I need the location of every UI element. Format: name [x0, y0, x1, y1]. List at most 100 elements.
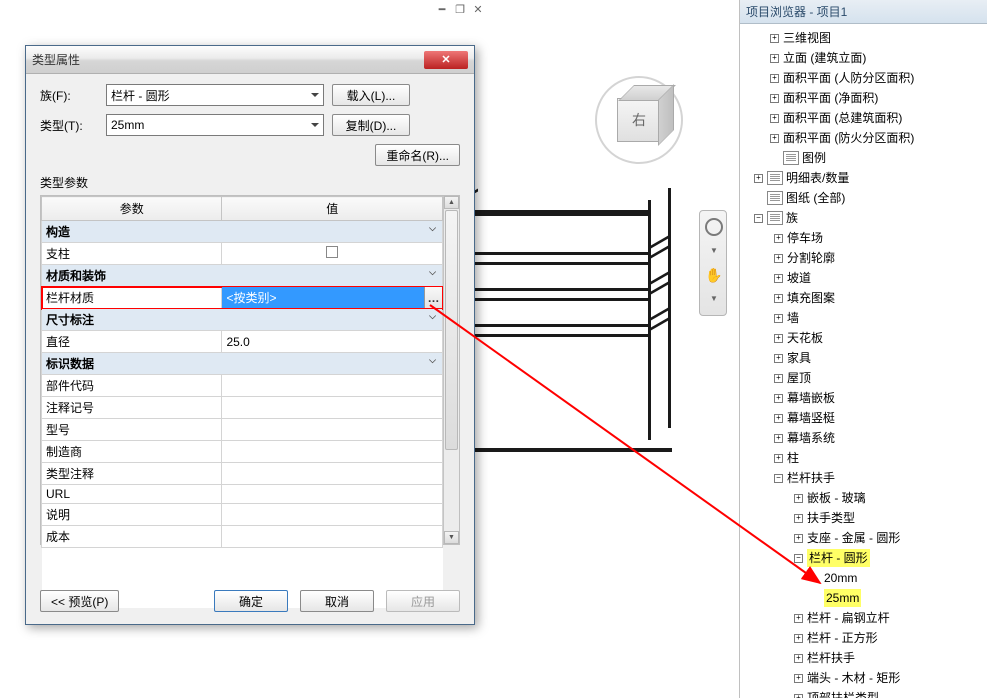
- scroll-thumb[interactable]: [445, 210, 458, 450]
- tree-item[interactable]: 幕墙嵌板: [787, 389, 835, 407]
- tree-item[interactable]: 扶手类型: [807, 509, 855, 527]
- expand-icon[interactable]: +: [794, 494, 803, 503]
- load-button[interactable]: 载入(L)...: [332, 84, 410, 106]
- category-construction[interactable]: 构造⌵: [42, 221, 443, 243]
- close-view-icon[interactable]: ✕: [471, 2, 485, 16]
- scroll-up-icon[interactable]: ▲: [444, 196, 459, 209]
- tree-item[interactable]: 三维视图: [783, 29, 831, 47]
- tree-item[interactable]: 分割轮廓: [787, 249, 835, 267]
- expand-icon[interactable]: +: [774, 374, 783, 383]
- project-browser-tree[interactable]: + 三维视图 + 立面 (建筑立面) + 面积平面 (人防分区面积) + 面积平面 (净…: [740, 24, 987, 698]
- expand-icon[interactable]: +: [774, 254, 783, 263]
- expand-icon[interactable]: +: [774, 394, 783, 403]
- category-material[interactable]: 材质和装饰⌵: [42, 265, 443, 287]
- expand-icon[interactable]: +: [770, 34, 779, 43]
- description-value[interactable]: [222, 504, 443, 526]
- ok-button[interactable]: 确定: [214, 590, 288, 612]
- dialog-titlebar[interactable]: 类型属性 ✕: [26, 46, 474, 74]
- tree-item[interactable]: 栏杆 - 扁钢立杆: [807, 609, 890, 627]
- tree-item[interactable]: 嵌板 - 玻璃: [807, 489, 866, 507]
- tree-item[interactable]: 端头 - 木材 - 矩形: [807, 669, 900, 687]
- preview-button[interactable]: << 预览(P): [40, 590, 119, 612]
- family-dropdown[interactable]: 栏杆 - 圆形: [106, 84, 324, 106]
- expand-icon[interactable]: +: [774, 274, 783, 283]
- expand-icon[interactable]: +: [754, 174, 763, 183]
- cancel-button[interactable]: 取消: [300, 590, 374, 612]
- tree-item[interactable]: 图例: [802, 149, 826, 167]
- tree-item[interactable]: 幕墙系统: [787, 429, 835, 447]
- expand-icon[interactable]: +: [770, 94, 779, 103]
- part-code-value[interactable]: [222, 375, 443, 397]
- tree-item[interactable]: 顶部扶栏类型: [807, 689, 879, 698]
- tree-item[interactable]: 明细表/数量: [786, 169, 849, 187]
- tree-item[interactable]: 面积平面 (防火分区面积): [783, 129, 914, 147]
- tree-item-highlighted[interactable]: 栏杆 - 圆形: [807, 549, 870, 567]
- tree-item[interactable]: 栏杆扶手: [807, 649, 855, 667]
- tree-item[interactable]: 天花板: [787, 329, 823, 347]
- tree-item[interactable]: 坡道: [787, 269, 811, 287]
- tree-item[interactable]: 栏杆 - 正方形: [807, 629, 878, 647]
- tree-item[interactable]: 柱: [787, 449, 799, 467]
- expand-icon[interactable]: +: [770, 74, 779, 83]
- tree-item[interactable]: 族: [786, 209, 798, 227]
- baluster-material-value[interactable]: <按类别> …: [222, 287, 443, 309]
- model-value[interactable]: [222, 419, 443, 441]
- collapse-icon[interactable]: −: [774, 474, 783, 483]
- expand-icon[interactable]: +: [774, 454, 783, 463]
- grid-scrollbar[interactable]: ▲ ▼: [443, 196, 459, 544]
- duplicate-button[interactable]: 复制(D)...: [332, 114, 410, 136]
- minimize-icon[interactable]: ━: [435, 2, 449, 16]
- expand-icon[interactable]: +: [774, 234, 783, 243]
- material-browse-button[interactable]: …: [424, 287, 442, 308]
- category-dimension[interactable]: 尺寸标注⌵: [42, 309, 443, 331]
- expand-icon[interactable]: +: [770, 114, 779, 123]
- expand-icon[interactable]: +: [770, 134, 779, 143]
- post-checkbox[interactable]: [222, 243, 443, 265]
- restore-icon[interactable]: ❐: [453, 2, 467, 16]
- expand-icon[interactable]: +: [774, 434, 783, 443]
- tree-item[interactable]: 立面 (建筑立面): [783, 49, 866, 67]
- viewcube[interactable]: 右: [599, 80, 679, 160]
- manufacturer-value[interactable]: [222, 441, 443, 463]
- tree-item[interactable]: 面积平面 (净面积): [783, 89, 878, 107]
- expand-icon[interactable]: +: [794, 514, 803, 523]
- expand-icon[interactable]: +: [794, 654, 803, 663]
- rename-button[interactable]: 重命名(R)...: [375, 144, 460, 166]
- cost-value[interactable]: [222, 526, 443, 548]
- tree-leaf[interactable]: 20mm: [824, 569, 857, 587]
- tree-item[interactable]: 屋顶: [787, 369, 811, 387]
- param-column-header[interactable]: 参数: [42, 197, 222, 221]
- tree-leaf-highlighted[interactable]: 25mm: [824, 589, 861, 607]
- type-dropdown[interactable]: 25mm: [106, 114, 324, 136]
- type-comments-value[interactable]: [222, 463, 443, 485]
- collapse-icon[interactable]: −: [754, 214, 763, 223]
- tree-item[interactable]: 幕墙竖梃: [787, 409, 835, 427]
- collapse-icon[interactable]: −: [794, 554, 803, 563]
- expand-icon[interactable]: +: [794, 694, 803, 698]
- expand-icon[interactable]: +: [794, 614, 803, 623]
- close-button[interactable]: ✕: [424, 51, 468, 69]
- expand-icon[interactable]: +: [770, 54, 779, 63]
- tree-item[interactable]: 家具: [787, 349, 811, 367]
- tree-item[interactable]: 面积平面 (总建筑面积): [783, 109, 902, 127]
- tree-item[interactable]: 面积平面 (人防分区面积): [783, 69, 914, 87]
- keynote-value[interactable]: [222, 397, 443, 419]
- expand-icon[interactable]: +: [774, 354, 783, 363]
- tree-item[interactable]: 图纸 (全部): [786, 189, 845, 207]
- expand-icon[interactable]: +: [774, 294, 783, 303]
- tree-item[interactable]: 填充图案: [787, 289, 835, 307]
- expand-icon[interactable]: +: [794, 674, 803, 683]
- expand-icon[interactable]: +: [774, 414, 783, 423]
- category-identity[interactable]: 标识数据⌵: [42, 353, 443, 375]
- value-column-header[interactable]: 值: [222, 197, 443, 221]
- diameter-value[interactable]: 25.0: [222, 331, 443, 353]
- expand-icon[interactable]: +: [774, 334, 783, 343]
- tree-item[interactable]: 墙: [787, 309, 799, 327]
- tree-item[interactable]: 支座 - 金属 - 圆形: [807, 529, 900, 547]
- url-value[interactable]: [222, 485, 443, 504]
- expand-icon[interactable]: +: [794, 534, 803, 543]
- expand-icon[interactable]: +: [774, 314, 783, 323]
- expand-icon[interactable]: +: [794, 634, 803, 643]
- tree-item[interactable]: 栏杆扶手: [787, 469, 835, 487]
- scroll-down-icon[interactable]: ▼: [444, 531, 459, 544]
